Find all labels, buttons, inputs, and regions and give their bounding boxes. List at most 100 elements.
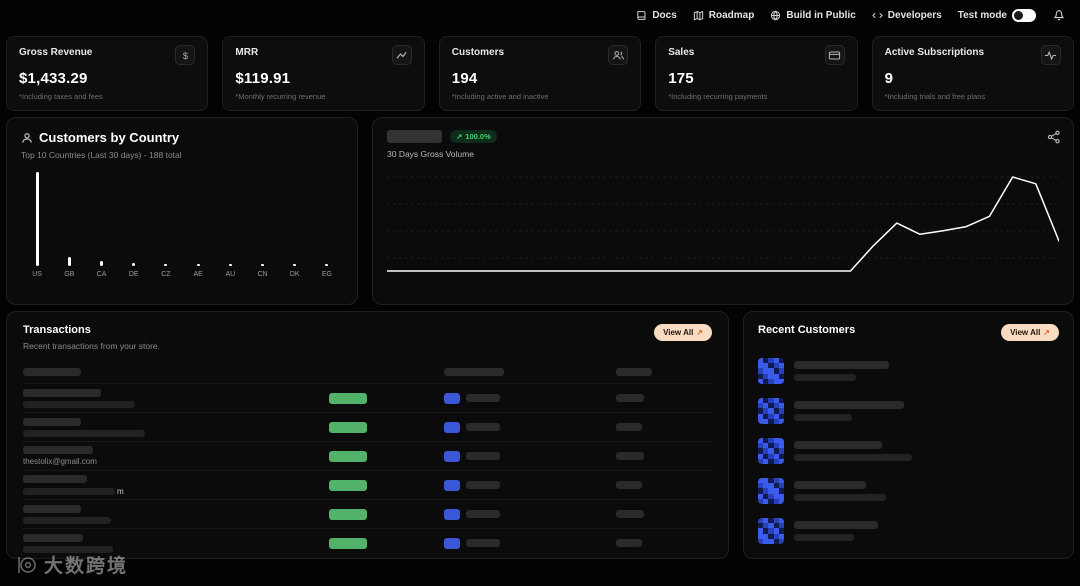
transactions-header-row (23, 361, 712, 383)
redacted-customer-text (794, 534, 854, 541)
stat-note: *Monthly recurring revenue (235, 92, 326, 101)
bar-label: EG (321, 271, 332, 278)
recent-customers-card: Recent Customers View All ↗ (743, 311, 1074, 559)
nav-build-in-public-label: Build in Public (786, 9, 856, 21)
bar-value (196, 264, 200, 266)
bar-label: CN (257, 271, 268, 278)
transactions-subtitle: Recent transactions from your store. (23, 341, 161, 351)
stat-card-customers: Customers 194 *Including active and inacti… (438, 36, 642, 111)
redacted-header (616, 368, 652, 376)
customer-avatar (758, 438, 784, 464)
stat-value: 9 (884, 70, 894, 87)
customer-list-item[interactable] (758, 351, 1059, 391)
transaction-row[interactable] (23, 383, 712, 412)
customer-list-item[interactable] (758, 551, 1059, 558)
customer-avatar (758, 478, 784, 504)
nav-roadmap-label: Roadmap (708, 9, 755, 21)
transaction-row[interactable] (23, 528, 712, 557)
transactions-title: Transactions (23, 324, 91, 336)
bar-eg: EG (311, 172, 343, 278)
transaction-row[interactable]: m (23, 470, 712, 499)
percent-change-badge: ↗ 100.0% (450, 130, 497, 143)
nav-docs[interactable]: Docs (636, 9, 677, 21)
recent-customers-title: Recent Customers (758, 324, 856, 336)
share-icon[interactable] (1047, 130, 1061, 144)
product-badge (444, 421, 460, 433)
amount-badge (329, 479, 367, 491)
customer-list-item[interactable] (758, 471, 1059, 511)
stat-value: 194 (451, 70, 478, 87)
redacted-name (23, 474, 87, 483)
test-mode-toggle[interactable] (1012, 8, 1036, 22)
amount-badge (329, 508, 367, 520)
nav-roadmap[interactable]: Roadmap (693, 9, 755, 21)
redacted-date (616, 539, 642, 547)
stat-title: MRR (235, 47, 259, 58)
customer-list-item[interactable] (758, 431, 1059, 471)
product-badge (444, 537, 460, 549)
stat-value: 175 (668, 70, 694, 87)
customer-list-item[interactable] (758, 391, 1059, 431)
country-card-subtitle: Top 10 Countries (Last 30 days) - 188 to… (21, 150, 182, 160)
product-badge (444, 450, 460, 462)
transaction-row[interactable]: thestolix@gmail.com (23, 441, 712, 470)
bar-au: AU (214, 172, 246, 278)
stat-card-gross-revenue: Gross Revenue $ $1,433.29 *Including taxes … (6, 36, 209, 111)
redacted-email (23, 545, 113, 553)
bar-value (228, 264, 232, 266)
bar-label: AU (225, 271, 236, 278)
redacted-email (23, 516, 111, 524)
stat-title: Gross Revenue (19, 47, 93, 58)
redacted-email (23, 400, 135, 408)
users-icon (608, 45, 629, 65)
redacted-date (616, 452, 644, 460)
redacted-name (23, 388, 101, 397)
stat-note: *Including active and inactive (451, 92, 549, 101)
transactions-view-all-button[interactable]: View All ↗ (654, 324, 712, 341)
customer-list-item[interactable] (758, 511, 1059, 551)
stats-row: Gross Revenue $ $1,433.29 *Including taxes … (6, 36, 1074, 111)
dollar-icon: $ (175, 45, 196, 65)
product-badge (444, 392, 460, 404)
country-bar-chart: US GB CA DE CZ AE AU CN DK EG (21, 172, 343, 278)
bar-label: DE (128, 271, 139, 278)
bar-value (132, 263, 136, 266)
bar-gb: GB (53, 172, 85, 278)
test-mode-control: Test mode (958, 8, 1036, 22)
nav-build-in-public[interactable]: Build in Public (770, 9, 856, 21)
redacted-header (23, 368, 81, 376)
redacted-customer-text (794, 481, 866, 489)
svg-text:$: $ (183, 50, 188, 60)
transaction-row[interactable] (23, 499, 712, 528)
product-badge (444, 508, 460, 520)
recent-customers-list (758, 351, 1059, 558)
bar-value (164, 264, 168, 266)
bar-value (35, 172, 39, 266)
percent-change-value: 100.0% (465, 132, 491, 141)
redacted-customer-text (794, 361, 889, 369)
bar-value (293, 264, 297, 266)
bar-cz: CZ (150, 172, 182, 278)
bar-value (67, 257, 71, 266)
bar-label: CA (96, 271, 107, 278)
redacted-date (616, 394, 644, 402)
stat-title: Sales (668, 47, 695, 58)
nav-docs-label: Docs (652, 9, 677, 21)
bar-label: GB (64, 271, 75, 278)
transactions-card: Transactions Recent transactions from yo… (6, 311, 729, 559)
nav-developers[interactable]: Developers (872, 10, 942, 21)
notifications-bell-icon[interactable] (1052, 8, 1066, 22)
stat-note: *Including trials and free plans (884, 92, 986, 101)
topbar: Docs Roadmap Build in Public Developers … (0, 0, 1080, 30)
bar-label: DK (289, 271, 300, 278)
redacted-customer-text (794, 414, 852, 421)
customer-avatar (758, 398, 784, 424)
nav-developers-label: Developers (887, 9, 942, 21)
transaction-row[interactable] (23, 412, 712, 441)
amount-badge (329, 537, 367, 549)
toggle-knob (1014, 10, 1023, 20)
stat-card-sales: Sales 175 *Including recurring payments (655, 36, 858, 111)
recent-customers-view-all-button[interactable]: View All ↗ (1001, 324, 1059, 341)
redacted-customer-text (794, 521, 878, 529)
amount-badge (329, 421, 367, 433)
